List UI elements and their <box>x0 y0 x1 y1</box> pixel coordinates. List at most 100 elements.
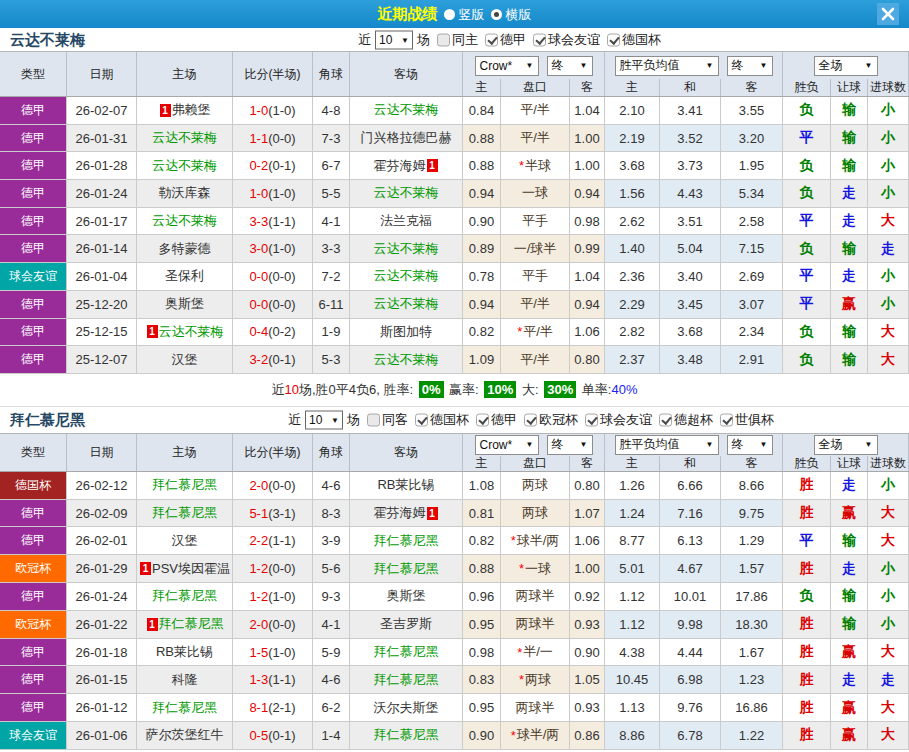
outcome-cell: 胜 <box>783 639 831 667</box>
chevron-down-icon: ▼ <box>526 61 534 70</box>
away-team-cell: 霍芬海姆1 <box>350 500 463 528</box>
handicap-text: 一球 <box>522 184 548 202</box>
mean-home-cell: 1.12 <box>605 583 660 611</box>
goals-result-cell: 小 <box>868 97 909 125</box>
header-select-group: 胜平负均值▼ 终▼ <box>605 434 783 456</box>
odds-handicap-cell: *两球 <box>501 666 570 694</box>
goals-result-cell: 大 <box>868 208 909 236</box>
column-header: 日期 <box>67 52 137 96</box>
halftime-score: (1-1) <box>268 533 295 548</box>
date-cell: 26-01-24 <box>67 180 137 208</box>
filter-checkbox-1[interactable]: 德甲 <box>485 31 526 49</box>
odds-handicap-cell: 两球半 <box>501 694 570 722</box>
column-header: 比分(半场) <box>233 52 313 96</box>
team-name: 拜仁慕尼黑 <box>10 410 85 429</box>
filter-checkbox-3[interactable]: 德国杯 <box>607 31 661 49</box>
odds-home-cell: 0.88 <box>463 152 501 180</box>
date-cell: 25-12-20 <box>67 291 137 319</box>
date-cell: 26-01-24 <box>67 583 137 611</box>
home-team-name: 圣保利 <box>165 267 204 285</box>
record-summary: 近10场,胜0平4负6, 胜率: 0% 赢率: 10% 大: 30% 单率:40… <box>0 374 909 407</box>
filter-checkbox-0[interactable]: 同主 <box>437 31 478 49</box>
odds-source-select[interactable]: 终▼ <box>547 56 593 76</box>
team-name: 云达不莱梅 <box>10 30 85 49</box>
filter-checkbox-label: 欧冠杯 <box>539 411 578 429</box>
radio-horizontal[interactable] <box>491 9 502 20</box>
column-header: 主场 <box>137 52 233 96</box>
mean-home-cell: 1.56 <box>605 180 660 208</box>
halftime-score: (0-0) <box>268 617 295 632</box>
games-label: 场 <box>347 411 360 429</box>
league-cell: 球会友谊 <box>0 263 67 291</box>
select-value: 胜平负均值 <box>620 57 680 74</box>
goals-result-cell: 小 <box>868 291 909 319</box>
odds-source-select[interactable]: Crow* ▼ <box>475 435 539 455</box>
mean-home-cell: 5.01 <box>605 555 660 583</box>
away-team-cell: RB莱比锡 <box>350 472 463 500</box>
chevron-down-icon: ▼ <box>580 440 588 449</box>
corner-cell: 6-11 <box>313 291 350 319</box>
filter-checkbox-3[interactable]: 欧冠杯 <box>524 411 578 429</box>
odds-source-select[interactable]: 胜平负均值▼ <box>615 435 719 455</box>
odds-source-select[interactable]: 全场▼ <box>814 435 878 455</box>
mean-home-cell: 2.36 <box>605 263 660 291</box>
filter-checkbox-1[interactable]: 德国杯 <box>415 411 469 429</box>
filter-controls: 近10▼场同客德国杯德甲欧冠杯球会友谊德超杯世俱杯 <box>288 410 774 429</box>
mean-draw-cell: 6.66 <box>660 472 721 500</box>
outcome-cell: 负 <box>783 346 831 374</box>
odds-home-cell: 0.94 <box>463 291 501 319</box>
outcome-cell: 胜 <box>783 611 831 639</box>
goals-result-cell: 大 <box>868 319 909 347</box>
mean-draw-cell: 3.52 <box>660 125 721 153</box>
handicap-text: 一/球半 <box>514 240 557 258</box>
odds-source-select[interactable]: 终▼ <box>727 435 773 455</box>
filter-checkbox-5[interactable]: 德超杯 <box>659 411 713 429</box>
handicap-result-cell: 赢 <box>831 639 868 667</box>
score-cell: 1-2(0-0) <box>233 555 313 583</box>
odds-source-select[interactable]: 终▼ <box>727 56 773 76</box>
odds-away-cell: 0.92 <box>570 583 605 611</box>
outcome-cell: 负 <box>783 235 831 263</box>
big-rate-badge: 30% <box>544 381 576 398</box>
halftime-score: (0-0) <box>268 131 295 146</box>
column-header: 日期 <box>67 434 137 471</box>
filter-checkbox-4[interactable]: 球会友谊 <box>585 411 652 429</box>
odds-source-select[interactable]: 胜平负均值▼ <box>615 56 719 76</box>
column-subheader: 主 <box>463 456 501 471</box>
home-team-name: 云达不莱梅 <box>159 323 224 341</box>
handicap-result-cell: 赢 <box>831 291 868 319</box>
fulltime-score: 3-0 <box>249 241 268 256</box>
odds-handicap-cell: *平/半 <box>501 319 570 347</box>
odds-source-select[interactable]: 终▼ <box>547 435 593 455</box>
fulltime-score: 1-0 <box>249 186 268 201</box>
title-bar: 近期战绩 竖版横版 <box>0 0 909 28</box>
mean-home-cell: 8.86 <box>605 722 660 750</box>
handicap-star: * <box>517 645 522 660</box>
score-cell: 0-4(0-2) <box>233 319 313 347</box>
chevron-down-icon: ▼ <box>526 440 534 449</box>
filter-checkbox-2[interactable]: 球会友谊 <box>533 31 600 49</box>
radio-vertical[interactable] <box>444 9 455 20</box>
close-button[interactable] <box>877 3 899 25</box>
red-card-badge: 1 <box>427 159 438 172</box>
odds-source-select[interactable]: 全场▼ <box>814 56 878 76</box>
odds-handicap-cell: 一/球半 <box>501 235 570 263</box>
filter-checkbox-0[interactable]: 同客 <box>367 411 408 429</box>
filter-checkbox-2[interactable]: 德甲 <box>476 411 517 429</box>
odds-source-select[interactable]: Crow*▼ <box>475 56 539 76</box>
league-cell: 德甲 <box>0 97 67 125</box>
league-cell: 德甲 <box>0 500 67 528</box>
away-team-name: RB莱比锡 <box>377 476 434 494</box>
goals-result-cell: 大 <box>868 694 909 722</box>
odds-away-cell: 0.94 <box>570 291 605 319</box>
select-value: 终 <box>552 57 564 74</box>
handicap-text: 球半/两 <box>517 726 560 744</box>
table-header: 类型日期主场比分(半场)角球客场Crow*▼终▼胜平负均值▼终▼全场▼主盘口客主… <box>0 433 909 472</box>
score-cell: 1-1(0-0) <box>233 125 313 153</box>
goals-result-cell: 小 <box>868 583 909 611</box>
red-card-badge: 1 <box>147 618 158 631</box>
select-value: Crow* <box>480 438 513 452</box>
filter-checkbox-6[interactable]: 世俱杯 <box>720 411 774 429</box>
games-count-select[interactable]: 10▼ <box>375 30 413 49</box>
games-count-select[interactable]: 10▼ <box>305 410 343 429</box>
